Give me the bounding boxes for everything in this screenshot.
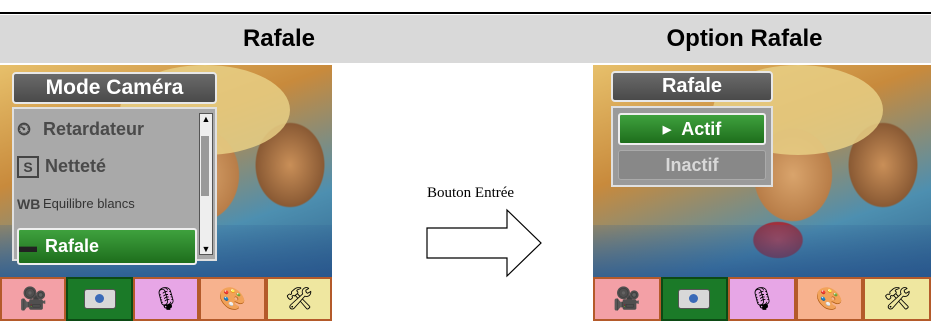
settings-tools-icon[interactable]: 🛠 <box>863 277 931 321</box>
top-rule <box>0 12 931 14</box>
options-list: ▶ Actif Inactif <box>611 106 773 187</box>
menu-scrollbar[interactable]: ▲ ▼ <box>199 113 213 255</box>
video-mode-icon[interactable]: 🎥 <box>0 277 67 321</box>
effects-palette-icon[interactable]: 🎨 <box>199 277 266 321</box>
sharpness-icon: S <box>17 155 39 178</box>
menu-item-retardateur[interactable]: ⏲ Retardateur <box>17 113 197 146</box>
audio-mode-icon[interactable]: 🎙 <box>132 277 200 321</box>
menu-list: ⏲ Retardateur S Netteté WB Equilibre bla… <box>12 107 217 265</box>
audio-mode-icon[interactable]: 🎙 <box>728 277 796 321</box>
menu-item-rafale[interactable]: ▬ Rafale <box>17 228 197 265</box>
scroll-down-icon[interactable]: ▼ <box>200 244 212 254</box>
left-screenshot: Mode Caméra ⏲ Retardateur S Netteté WB E… <box>0 65 332 321</box>
burst-options-menu: Rafale ▶ Actif Inactif <box>611 71 773 187</box>
camera-mode-icon[interactable] <box>66 277 133 321</box>
settings-tools-icon[interactable]: 🛠 <box>265 277 332 321</box>
camera-mode-icon[interactable] <box>660 277 729 321</box>
right-screenshot: Rafale ▶ Actif Inactif 🎥 🎙 🎨 🛠 <box>593 65 931 321</box>
menu-item-label: Retardateur <box>43 119 145 139</box>
scroll-up-icon[interactable]: ▲ <box>200 114 212 124</box>
effects-palette-icon[interactable]: 🎨 <box>795 277 864 321</box>
option-inactif[interactable]: Inactif <box>618 150 766 180</box>
menu-item-label: Equilibre blancs <box>43 196 135 211</box>
option-actif[interactable]: ▶ Actif <box>618 113 766 145</box>
selection-pointer-icon: ▶ <box>662 123 672 136</box>
menu-title: Mode Caméra <box>12 72 217 104</box>
burst-icon: ▬ <box>19 236 37 256</box>
menu-item-nettete[interactable]: S Netteté <box>17 150 197 183</box>
arrow-label: Bouton Entrée <box>427 185 515 201</box>
menu-item-equilibre-blancs[interactable]: WB Equilibre blancs <box>17 187 197 220</box>
video-mode-icon[interactable]: 🎥 <box>593 277 661 321</box>
menu-item-label: Netteté <box>45 156 107 176</box>
scroll-thumb[interactable] <box>201 136 209 196</box>
timer-icon: ⏲ <box>17 119 32 139</box>
option-label: Actif <box>681 118 722 139</box>
menu-title: Rafale <box>611 71 773 102</box>
header-left: Rafale <box>0 15 558 63</box>
camera-mode-menu: Mode Caméra ⏲ Retardateur S Netteté WB E… <box>12 72 217 265</box>
right-arrow-icon <box>426 208 542 278</box>
mode-icon-bar: 🎥 🎙 🎨 🛠 <box>593 277 931 321</box>
header-right: Option Rafale <box>558 15 931 63</box>
menu-item-label: Rafale <box>45 236 100 256</box>
white-balance-icon: WB <box>17 195 41 212</box>
mode-icon-bar: 🎥 🎙 🎨 🛠 <box>0 277 332 321</box>
option-label: Inactif <box>665 154 719 175</box>
